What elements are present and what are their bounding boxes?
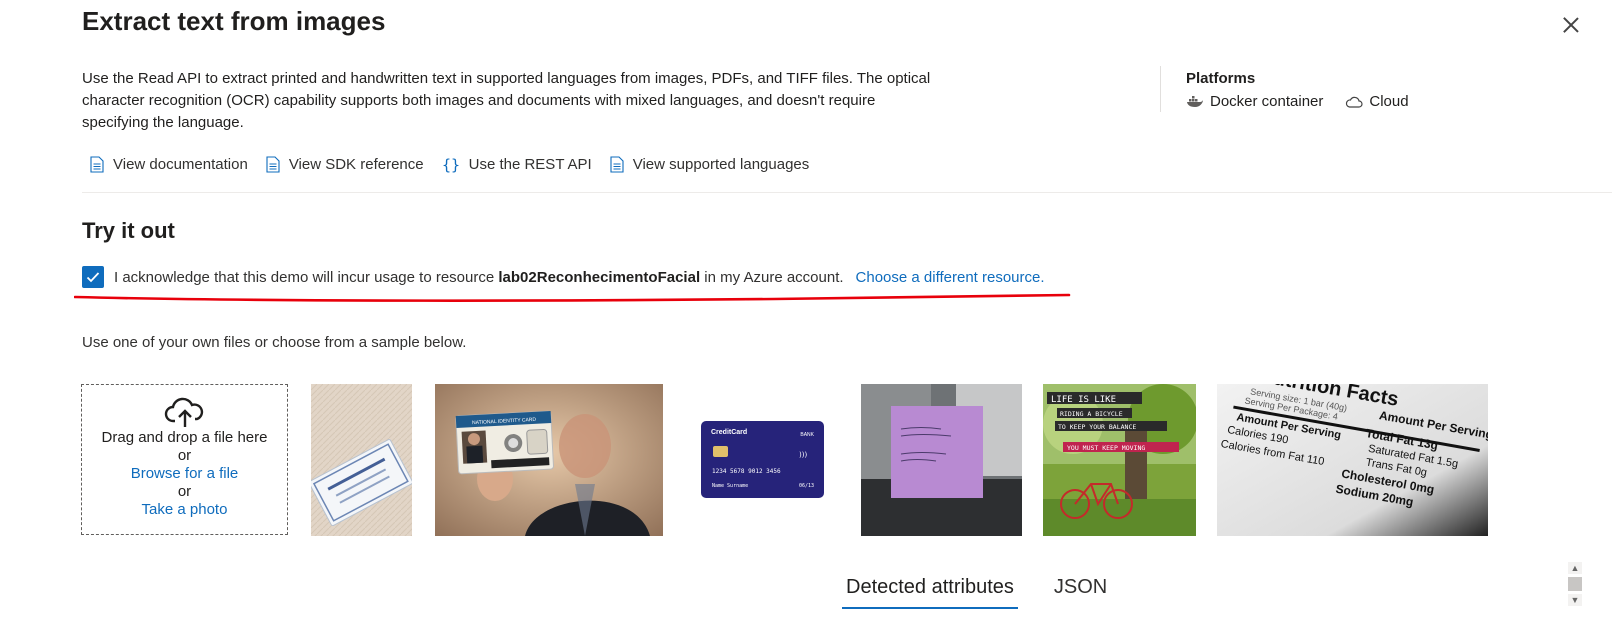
credit-card-image: CreditCard BANK ))) 1234 5678 9012 3456 … <box>686 384 836 536</box>
ssn-card-image <box>311 384 412 536</box>
document-icon <box>610 156 624 173</box>
platforms-list: Docker container Cloud <box>1186 93 1409 110</box>
vertical-scrollbar[interactable]: ▲ ▼ <box>1566 562 1584 610</box>
or-text: or <box>177 483 192 500</box>
scroll-down-icon[interactable]: ▼ <box>1568 594 1582 606</box>
platform-cloud: Cloud <box>1345 93 1409 110</box>
or-text: or <box>177 447 192 464</box>
link-label: View SDK reference <box>288 156 424 173</box>
platform-docker-label: Docker container <box>1210 93 1324 110</box>
poster-line-3: TO KEEP YOUR BALANCE <box>1058 423 1136 431</box>
sample-image-ssn-card[interactable] <box>311 384 412 536</box>
view-documentation-link[interactable]: View documentation <box>90 156 248 173</box>
description: Use the Read API to extract printed and … <box>82 70 931 131</box>
cloud-icon <box>1346 96 1363 108</box>
cloud-upload-icon <box>164 397 203 427</box>
sample-image-id-card[interactable]: NATIONAL IDENTITY CARD <box>435 384 663 536</box>
card-number-text: 1234 5678 9012 3456 <box>712 468 781 475</box>
poster-line-4: YOU MUST KEEP MOVING <box>1067 444 1145 452</box>
platform-cloud-label: Cloud <box>1369 93 1409 110</box>
poster-line-2: RIDING A BICYCLE <box>1060 410 1123 418</box>
resource-name: lab02ReconhecimentoFacial <box>498 268 701 286</box>
platforms-title: Platforms <box>1186 70 1256 87</box>
platform-docker: Docker container <box>1186 93 1323 110</box>
page-title: Extract text from images <box>82 6 386 36</box>
svg-text:))): ))) <box>799 451 807 459</box>
nutrition-facts-image: Nutrition Facts Serving size: 1 bar (40g… <box>1217 384 1488 536</box>
choose-resource-link[interactable]: Choose a different resource. <box>856 269 1045 286</box>
checkmark-icon <box>86 272 100 283</box>
link-label: Use the REST API <box>468 156 592 173</box>
result-tabs: Detected attributes JSON <box>842 574 1111 609</box>
sample-image-credit-card[interactable]: CreditCard BANK ))) 1234 5678 9012 3456 … <box>686 384 836 536</box>
card-exp-text: 06/13 <box>799 483 814 489</box>
card-brand-text: CreditCard <box>711 429 747 436</box>
acknowledge-suffix: in my Azure account. <box>704 268 844 286</box>
red-underline-annotation <box>74 293 1071 302</box>
sticky-note-image <box>861 384 1022 536</box>
section-divider <box>82 192 1612 193</box>
file-drop-zone[interactable]: Drag and drop a file here or Browse for … <box>81 384 288 535</box>
sample-image-bicycle-poster[interactable]: LIFE IS LIKE RIDING A BICYCLE TO KEEP YO… <box>1043 384 1196 536</box>
use-rest-api-link[interactable]: {} Use the REST API <box>442 156 592 173</box>
resource-links: View documentation View SDK reference {}… <box>90 156 809 173</box>
acknowledge-row: I acknowledge that this demo will incur … <box>82 266 1045 288</box>
browse-file-link[interactable]: Browse for a file <box>82 465 287 483</box>
document-icon <box>90 156 104 173</box>
drop-instruction: Drag and drop a file here <box>101 429 268 446</box>
svg-text:{}: {} <box>442 156 460 173</box>
scroll-thumb[interactable] <box>1568 577 1582 591</box>
take-photo-link[interactable]: Take a photo <box>82 501 287 519</box>
braces-icon: {} <box>442 156 460 173</box>
id-card-photo: NATIONAL IDENTITY CARD <box>435 384 663 536</box>
scroll-up-icon[interactable]: ▲ <box>1568 562 1582 574</box>
view-supported-languages-link[interactable]: View supported languages <box>610 156 810 173</box>
link-label: View documentation <box>113 156 248 173</box>
poster-line-1: LIFE IS LIKE <box>1051 395 1116 405</box>
bicycle-poster-image: LIFE IS LIKE RIDING A BICYCLE TO KEEP YO… <box>1043 384 1196 536</box>
tab-detected-attributes[interactable]: Detected attributes <box>842 574 1018 609</box>
sample-image-sticky-note[interactable] <box>861 384 1022 536</box>
link-label: View supported languages <box>632 156 810 173</box>
acknowledge-text: I acknowledge that this demo will incur … <box>114 268 495 286</box>
card-name-text: Name Surname <box>712 483 748 489</box>
close-icon[interactable] <box>1558 12 1584 38</box>
divider <box>1160 66 1161 112</box>
view-sdk-reference-link[interactable]: View SDK reference <box>266 156 424 173</box>
docker-icon <box>1187 95 1203 107</box>
tab-json[interactable]: JSON <box>1050 574 1111 609</box>
samples-intro: Use one of your own files or choose from… <box>82 334 467 351</box>
document-icon <box>266 156 280 173</box>
try-it-out-heading: Try it out <box>82 218 175 243</box>
acknowledge-checkbox[interactable] <box>82 266 104 288</box>
sample-image-nutrition-facts[interactable]: Nutrition Facts Serving size: 1 bar (40g… <box>1217 384 1488 536</box>
card-bank-text: BANK <box>800 432 814 438</box>
